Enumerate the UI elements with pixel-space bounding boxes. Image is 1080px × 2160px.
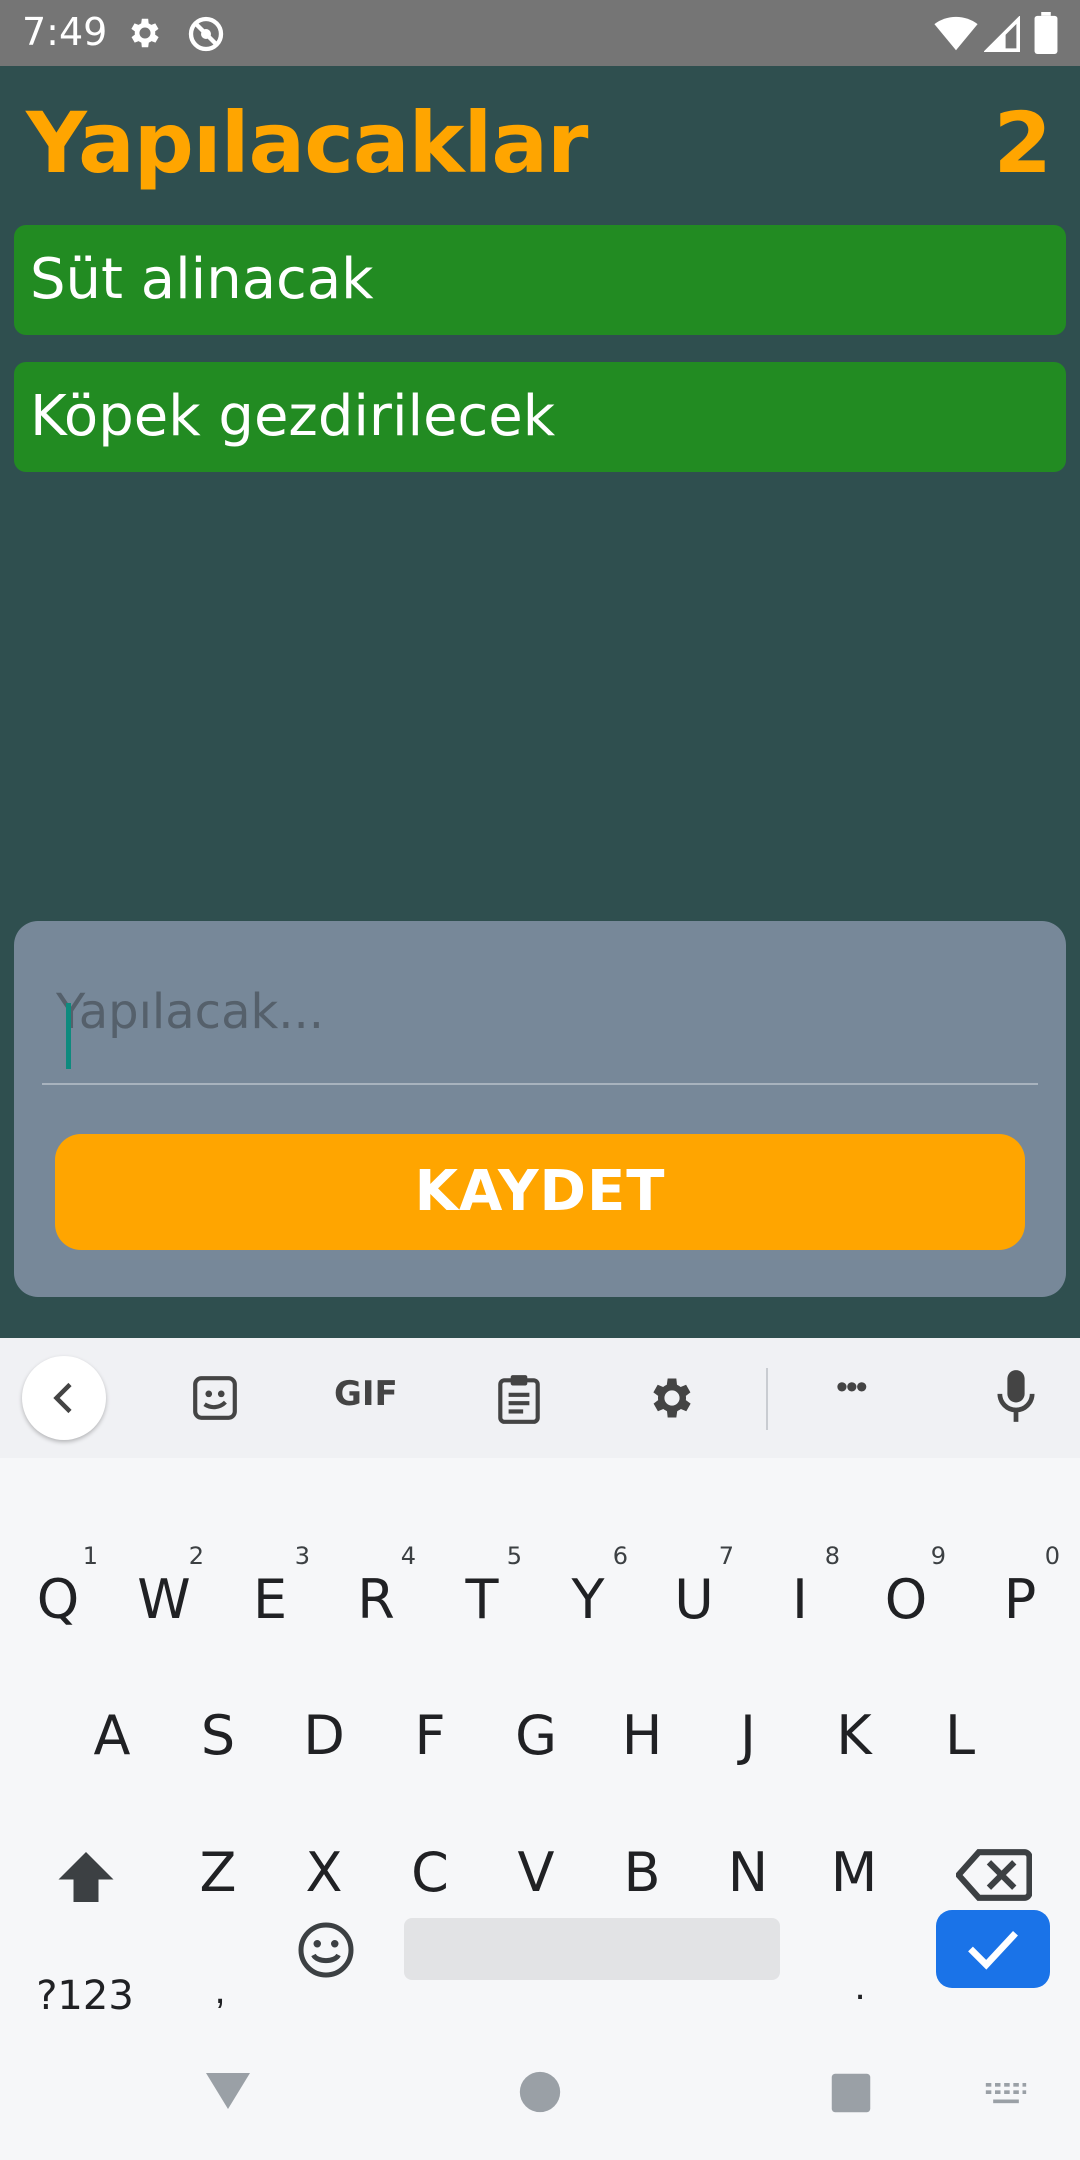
key-i[interactable]: I8 xyxy=(750,1540,850,1660)
key-j[interactable]: J xyxy=(698,1676,798,1796)
key-t[interactable]: T5 xyxy=(432,1540,532,1660)
key-u[interactable]: U7 xyxy=(644,1540,744,1660)
key-v[interactable]: V xyxy=(486,1813,586,1933)
key-g[interactable]: G xyxy=(486,1676,586,1796)
page-title: Yapılacaklar xyxy=(26,94,588,192)
recents-square-icon[interactable] xyxy=(830,2072,872,2114)
emoji-icon[interactable] xyxy=(296,1920,356,1980)
soft-keyboard: GIF ••• Q1 W2 E3 R4 T5 Y6 U7 I8 O9 P0 A … xyxy=(0,1338,1080,2160)
back-arrow-icon xyxy=(53,1382,72,1414)
key-s[interactable]: S xyxy=(168,1676,268,1796)
todo-input-container xyxy=(42,957,1038,1085)
signal-icon xyxy=(984,16,1020,52)
todo-app: Yapılacaklar 2 Süt alinacak Köpek gezdir… xyxy=(0,66,1080,1338)
key-z[interactable]: Z xyxy=(168,1813,268,1933)
key-k[interactable]: K xyxy=(804,1676,904,1796)
key-q[interactable]: Q1 xyxy=(8,1540,108,1660)
backspace-icon xyxy=(956,1849,1032,1901)
clipboard-icon[interactable] xyxy=(494,1372,544,1426)
settings-icon[interactable] xyxy=(646,1372,698,1424)
key-d[interactable]: D xyxy=(274,1676,374,1796)
key-x[interactable]: X xyxy=(274,1813,374,1933)
key-e[interactable]: E3 xyxy=(220,1540,320,1660)
status-bar: 7:49 xyxy=(0,0,1080,66)
space-key[interactable] xyxy=(404,1918,780,1980)
key-r[interactable]: R4 xyxy=(326,1540,426,1660)
key-c[interactable]: C xyxy=(380,1813,480,1933)
navigation-bar xyxy=(0,2040,1080,2160)
gear-icon xyxy=(131,18,159,48)
done-key[interactable] xyxy=(936,1910,1050,1988)
todo-item[interactable]: Köpek gezdirilecek xyxy=(14,362,1066,472)
more-icon[interactable]: ••• xyxy=(836,1368,868,1407)
checkmark-icon xyxy=(968,1930,1018,1970)
wifi-icon xyxy=(934,16,978,51)
keyboard-toolbar: GIF ••• xyxy=(0,1338,1080,1458)
shift-key[interactable] xyxy=(36,1813,136,1933)
battery-icon xyxy=(1034,12,1058,54)
key-a[interactable]: A xyxy=(62,1676,162,1796)
status-time: 7:49 xyxy=(22,10,108,54)
no-sync-icon xyxy=(188,16,224,52)
key-n[interactable]: N xyxy=(698,1813,798,1933)
key-w[interactable]: W2 xyxy=(114,1540,214,1660)
todo-count: 2 xyxy=(993,94,1052,192)
todo-item[interactable]: Süt alinacak xyxy=(14,225,1066,335)
add-todo-form: KAYDET xyxy=(14,921,1066,1297)
sticker-icon[interactable] xyxy=(190,1372,240,1424)
keyboard-back-button[interactable] xyxy=(22,1356,106,1440)
mic-icon[interactable] xyxy=(994,1368,1038,1424)
symbols-key[interactable]: ?123 xyxy=(20,1946,150,2046)
shift-icon xyxy=(58,1852,114,1902)
period-key[interactable]: . xyxy=(810,1926,910,2046)
save-button[interactable]: KAYDET xyxy=(55,1134,1025,1250)
toolbar-divider xyxy=(766,1368,768,1430)
comma-key[interactable]: , xyxy=(170,1930,270,2050)
key-o[interactable]: O9 xyxy=(856,1540,956,1660)
key-f[interactable]: F xyxy=(380,1676,480,1796)
todo-input[interactable] xyxy=(42,967,1032,1057)
gif-icon[interactable]: GIF xyxy=(334,1374,398,1414)
keyboard-switch-icon[interactable] xyxy=(984,2080,1028,2108)
key-h[interactable]: H xyxy=(592,1676,692,1796)
home-circle-icon[interactable] xyxy=(518,2070,562,2114)
back-triangle-icon[interactable] xyxy=(204,2070,252,2112)
key-m[interactable]: M xyxy=(804,1813,904,1933)
key-b[interactable]: B xyxy=(592,1813,692,1933)
text-cursor xyxy=(66,1003,71,1069)
key-l[interactable]: L xyxy=(910,1676,1010,1796)
key-y[interactable]: Y6 xyxy=(538,1540,638,1660)
key-p[interactable]: P0 xyxy=(970,1540,1070,1660)
